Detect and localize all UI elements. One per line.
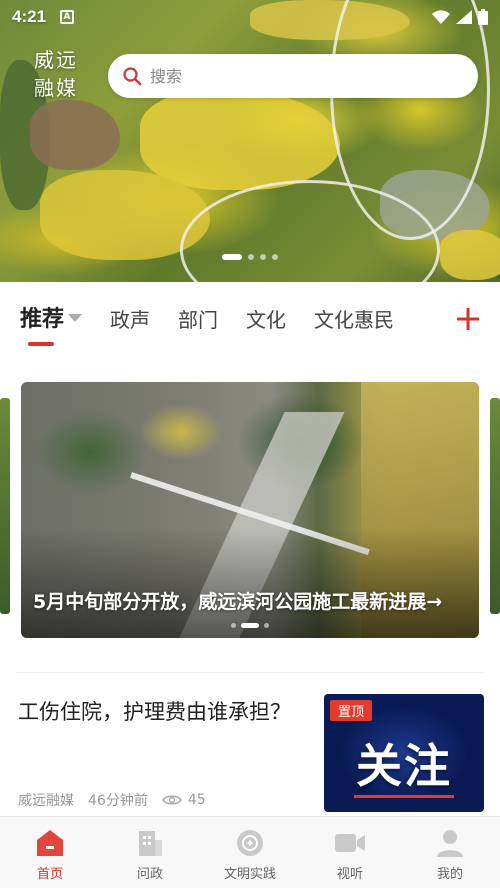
tab-culture[interactable]: 文化 xyxy=(232,282,300,356)
building-icon xyxy=(134,827,166,859)
news-source: 威远融媒 xyxy=(18,793,74,809)
thumbnail-text: 关注 xyxy=(356,739,452,793)
nav-inquiry[interactable]: 问政 xyxy=(100,817,200,888)
featured-card-title[interactable]: 5月中旬部分开放，威远滨河公园施工最新进展→ xyxy=(33,586,473,618)
plus-icon xyxy=(457,308,479,330)
wifi-icon xyxy=(432,10,450,24)
pinned-badge: 置顶 xyxy=(330,700,373,721)
news-thumbnail[interactable]: 置顶 关注 xyxy=(324,694,484,812)
pagination-dot xyxy=(248,254,254,260)
pagination-dot xyxy=(231,623,236,628)
section-divider xyxy=(16,672,484,673)
carousel-pagination xyxy=(231,623,269,628)
nav-profile[interactable]: 我的 xyxy=(400,817,500,888)
search-icon xyxy=(123,67,142,86)
rapeseed-field xyxy=(140,90,340,190)
category-tabs: 推荐 政声 部门 文化 文化惠民 xyxy=(0,282,500,356)
pagination-dot xyxy=(272,254,278,260)
status-indicators xyxy=(432,9,488,25)
nav-label: 文明实践 xyxy=(223,867,276,882)
featured-card[interactable]: 5月中旬部分开放，威远滨河公园施工最新进展→ xyxy=(21,382,479,638)
nav-label: 视听 xyxy=(336,867,363,882)
add-channel-button[interactable] xyxy=(448,282,488,356)
list-item[interactable]: 工伤住院，护理费由谁承担？ 威远融媒 46分钟前 45 置顶 关注 xyxy=(0,688,500,816)
nav-label: 首页 xyxy=(36,867,63,882)
brand-logo[interactable]: 威远 融媒 xyxy=(34,46,90,102)
dropdown-arrow-icon[interactable] xyxy=(68,314,83,322)
status-time: 4:21 xyxy=(12,7,47,26)
tab-culture-benefit[interactable]: 文化惠民 xyxy=(300,282,408,356)
signal-icon xyxy=(456,10,472,24)
thumbnail-accent-line xyxy=(354,795,454,798)
battery-icon xyxy=(478,9,488,25)
nav-label: 我的 xyxy=(436,867,463,882)
status-bar: 4:21 A xyxy=(0,0,500,34)
nav-civilization[interactable]: 文明实践 xyxy=(200,817,300,888)
tab-zhengsheng[interactable]: 政声 xyxy=(96,282,164,356)
carousel-next-peek[interactable] xyxy=(490,398,500,614)
bottom-navigation: 首页 问政 文明实践 视听 我的 xyxy=(0,816,500,888)
brand-line-2: 融媒 xyxy=(34,76,78,100)
view-count: 45 xyxy=(161,792,206,808)
pagination-dot xyxy=(264,623,269,628)
tab-label: 推荐 xyxy=(20,307,65,332)
home-icon xyxy=(34,827,66,859)
eye-icon xyxy=(161,795,182,805)
user-icon xyxy=(434,827,466,859)
news-meta: 威远融媒 46分钟前 45 xyxy=(18,790,206,810)
pagination-dot-active xyxy=(222,254,242,260)
notification-app-icon: A xyxy=(60,10,75,24)
hero-banner[interactable]: 4:21 A 威远 融媒 xyxy=(0,0,500,282)
featured-carousel[interactable]: 5月中旬部分开放，威远滨河公园施工最新进展→ xyxy=(0,380,500,640)
active-tab-indicator xyxy=(28,342,54,346)
banner-gradient xyxy=(21,528,479,638)
carousel-prev-peek[interactable] xyxy=(0,398,10,614)
news-time: 46分钟前 xyxy=(88,793,148,809)
nav-home[interactable]: 首页 xyxy=(0,817,100,888)
search-bar[interactable] xyxy=(108,54,478,98)
video-camera-icon xyxy=(334,827,366,859)
tab-recommend[interactable]: 推荐 xyxy=(0,282,96,356)
village xyxy=(30,100,120,170)
tabs-spacer xyxy=(0,356,500,380)
pagination-dot-active xyxy=(241,623,259,628)
civilization-icon xyxy=(234,827,266,859)
news-title[interactable]: 工伤住院，护理费由谁承担？ xyxy=(18,694,298,730)
pagination-dot xyxy=(260,254,266,260)
hero-pagination xyxy=(222,254,278,260)
app-screen: 4:21 A 威远 融媒 推荐 xyxy=(0,0,500,888)
nav-media[interactable]: 视听 xyxy=(300,817,400,888)
view-count-value: 45 xyxy=(187,792,206,808)
search-input[interactable] xyxy=(150,66,450,86)
brand-line-1: 威远 xyxy=(34,48,78,72)
nav-label: 问政 xyxy=(136,867,163,882)
rapeseed-field xyxy=(440,230,500,280)
tab-departments[interactable]: 部门 xyxy=(164,282,232,356)
